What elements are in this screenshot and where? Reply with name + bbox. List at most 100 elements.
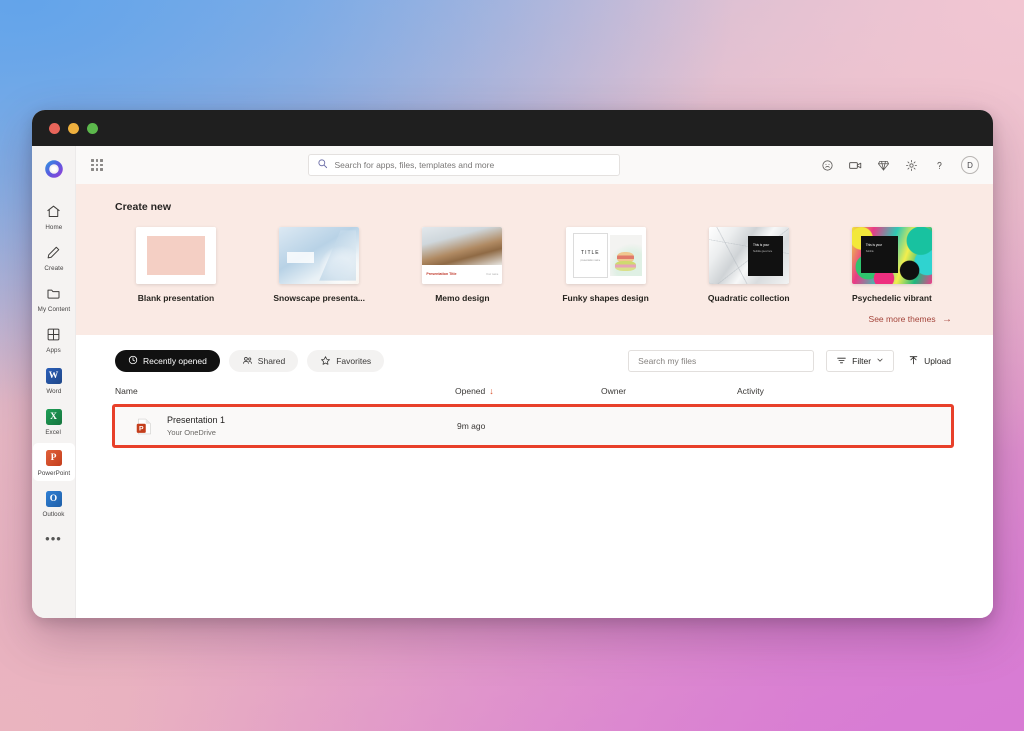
maximize-window-button[interactable] (87, 122, 98, 134)
upload-button[interactable]: Upload (908, 350, 951, 372)
thumb-memo-sub: Your name (485, 272, 499, 276)
video-camera-icon[interactable] (847, 157, 864, 174)
files-toolbar: Recently opened Shared Favorites Search … (76, 349, 993, 373)
diamond-premium-icon[interactable] (875, 157, 892, 174)
file-location: Your OneDrive (167, 428, 216, 437)
word-app-icon: W (44, 366, 63, 385)
file-opened-time: 9m ago (457, 421, 486, 431)
template-thumbnail (279, 227, 360, 284)
template-gallery: Blank presentation Snowscape presenta... (76, 227, 993, 303)
column-header-owner[interactable]: Owner (601, 386, 737, 396)
sidebar-item-powerpoint[interactable]: P PowerPoint (32, 443, 75, 481)
table-header-row: Name Opened ↓ Owner Activity (115, 386, 951, 404)
file-search-box[interactable] (628, 350, 815, 372)
folder-icon (44, 284, 63, 303)
template-card-quadratic-collection[interactable]: This is your Subtitle goes here Quadrati… (688, 227, 810, 303)
window-titlebar (32, 110, 993, 146)
column-header-opened[interactable]: Opened ↓ (455, 386, 601, 396)
sidebar-item-create[interactable]: Create (33, 238, 75, 276)
close-window-button[interactable] (49, 122, 60, 134)
search-input[interactable] (334, 160, 611, 170)
column-header-name[interactable]: Name (115, 386, 455, 396)
left-sidebar: Home Create My Content Apps W Word X Exc… (32, 146, 76, 618)
arrow-right-icon: → (942, 314, 952, 325)
thumb-psy-line1: This is your (865, 242, 883, 247)
tab-label: Favorites (336, 356, 372, 366)
clock-icon (128, 355, 138, 367)
window-body: Home Create My Content Apps W Word X Exc… (32, 146, 993, 618)
traffic-light-buttons (49, 122, 98, 134)
feedback-smiley-icon[interactable] (819, 157, 836, 174)
upload-arrow-icon (908, 355, 919, 368)
main-content: D Create new Blank presentation (76, 146, 993, 618)
sidebar-item-apps[interactable]: Apps (33, 320, 75, 358)
tab-label: Shared (257, 356, 286, 366)
filter-button[interactable]: Filter (826, 350, 895, 372)
avatar[interactable]: D (961, 156, 979, 174)
sidebar-item-label: PowerPoint (37, 470, 70, 477)
thumb-memo-title: Presentation Title (426, 272, 457, 277)
files-section: Recently opened Shared Favorites Search … (76, 335, 993, 618)
excel-app-icon: X (44, 407, 63, 426)
template-card-snowscape[interactable]: Snowscape presenta... (258, 227, 380, 303)
template-card-psychedelic-vibrant[interactable]: This is your Subtitle Psychedelic vibran… (831, 227, 953, 303)
thumb-quad-line2: Subtitle goes here (752, 250, 773, 254)
sidebar-item-label: My Content (37, 306, 70, 313)
sidebar-item-word[interactable]: W Word (33, 361, 75, 399)
global-search-box[interactable] (307, 154, 620, 176)
template-label: Snowscape presenta... (273, 293, 366, 303)
tab-favorites[interactable]: Favorites (307, 350, 385, 372)
tab-shared[interactable]: Shared (228, 350, 299, 372)
microsoft-365-copilot-logo[interactable] (40, 155, 68, 183)
file-name-block: Presentation 1 Your OneDrive (167, 414, 457, 438)
see-more-themes-label: See more themes (868, 314, 936, 324)
file-name: Presentation 1 (167, 415, 226, 425)
create-new-section: Create new Blank presentation Snowscape … (76, 184, 993, 335)
home-icon (44, 202, 63, 221)
sidebar-item-home[interactable]: Home (33, 197, 75, 235)
apps-grid-icon (44, 325, 63, 344)
column-header-activity[interactable]: Activity (737, 386, 951, 396)
template-label: Psychedelic vibrant (852, 293, 932, 303)
column-header-opened-label: Opened (455, 386, 486, 396)
sidebar-item-outlook[interactable]: O Outlook (33, 484, 75, 522)
file-search-input[interactable] (638, 356, 805, 366)
template-card-blank-presentation[interactable]: Blank presentation (115, 227, 237, 303)
template-label: Blank presentation (137, 293, 215, 303)
template-label: Funky shapes design (562, 293, 649, 303)
template-card-funky-shapes[interactable]: TITLE presentation name Funky shapes des… (545, 227, 667, 303)
template-label: Quadratic collection (707, 293, 790, 303)
waffle-grid-icon[interactable] (86, 154, 108, 176)
template-thumbnail: Presentation Title Your name (422, 227, 503, 284)
chevron-down-icon (876, 356, 884, 366)
thumb-psy-line2: Subtitle (865, 249, 874, 253)
browser-window: Home Create My Content Apps W Word X Exc… (32, 110, 993, 618)
template-card-memo-design[interactable]: Presentation Title Your name Memo design (401, 227, 523, 303)
filter-icon (836, 355, 847, 368)
powerpoint-app-icon: P (44, 448, 63, 467)
filter-label: Filter (852, 356, 872, 366)
powerpoint-file-icon: P (135, 417, 154, 436)
table-row[interactable]: P Presentation 1 Your OneDrive 9m ago (115, 407, 951, 445)
app-topbar: D (76, 146, 993, 184)
tab-recently-opened[interactable]: Recently opened (115, 350, 220, 372)
help-question-icon[interactable] (931, 157, 948, 174)
gear-settings-icon[interactable] (903, 157, 920, 174)
see-more-themes-link[interactable]: See more themes → (76, 314, 952, 325)
sidebar-item-label: Home (45, 224, 62, 231)
sidebar-item-excel[interactable]: X Excel (33, 402, 75, 440)
desktop-wallpaper: Home Create My Content Apps W Word X Exc… (0, 0, 1024, 731)
files-table: Name Opened ↓ Owner Activity P Presentat… (76, 386, 993, 448)
sidebar-item-label: Excel (45, 429, 62, 436)
highlighted-row-outline: P Presentation 1 Your OneDrive 9m ago (112, 404, 954, 448)
star-icon (320, 355, 331, 368)
sidebar-item-label: Create (43, 265, 64, 272)
sidebar-item-label: Apps (46, 347, 61, 354)
topbar-icon-group: D (819, 156, 979, 174)
sidebar-item-label: Outlook (42, 511, 65, 518)
thumb-funky-title: TITLE (581, 249, 600, 256)
pencil-icon (44, 243, 63, 262)
minimize-window-button[interactable] (68, 122, 79, 134)
sidebar-item-my-content[interactable]: My Content (33, 279, 75, 317)
sidebar-more-button[interactable]: ••• (45, 532, 62, 545)
